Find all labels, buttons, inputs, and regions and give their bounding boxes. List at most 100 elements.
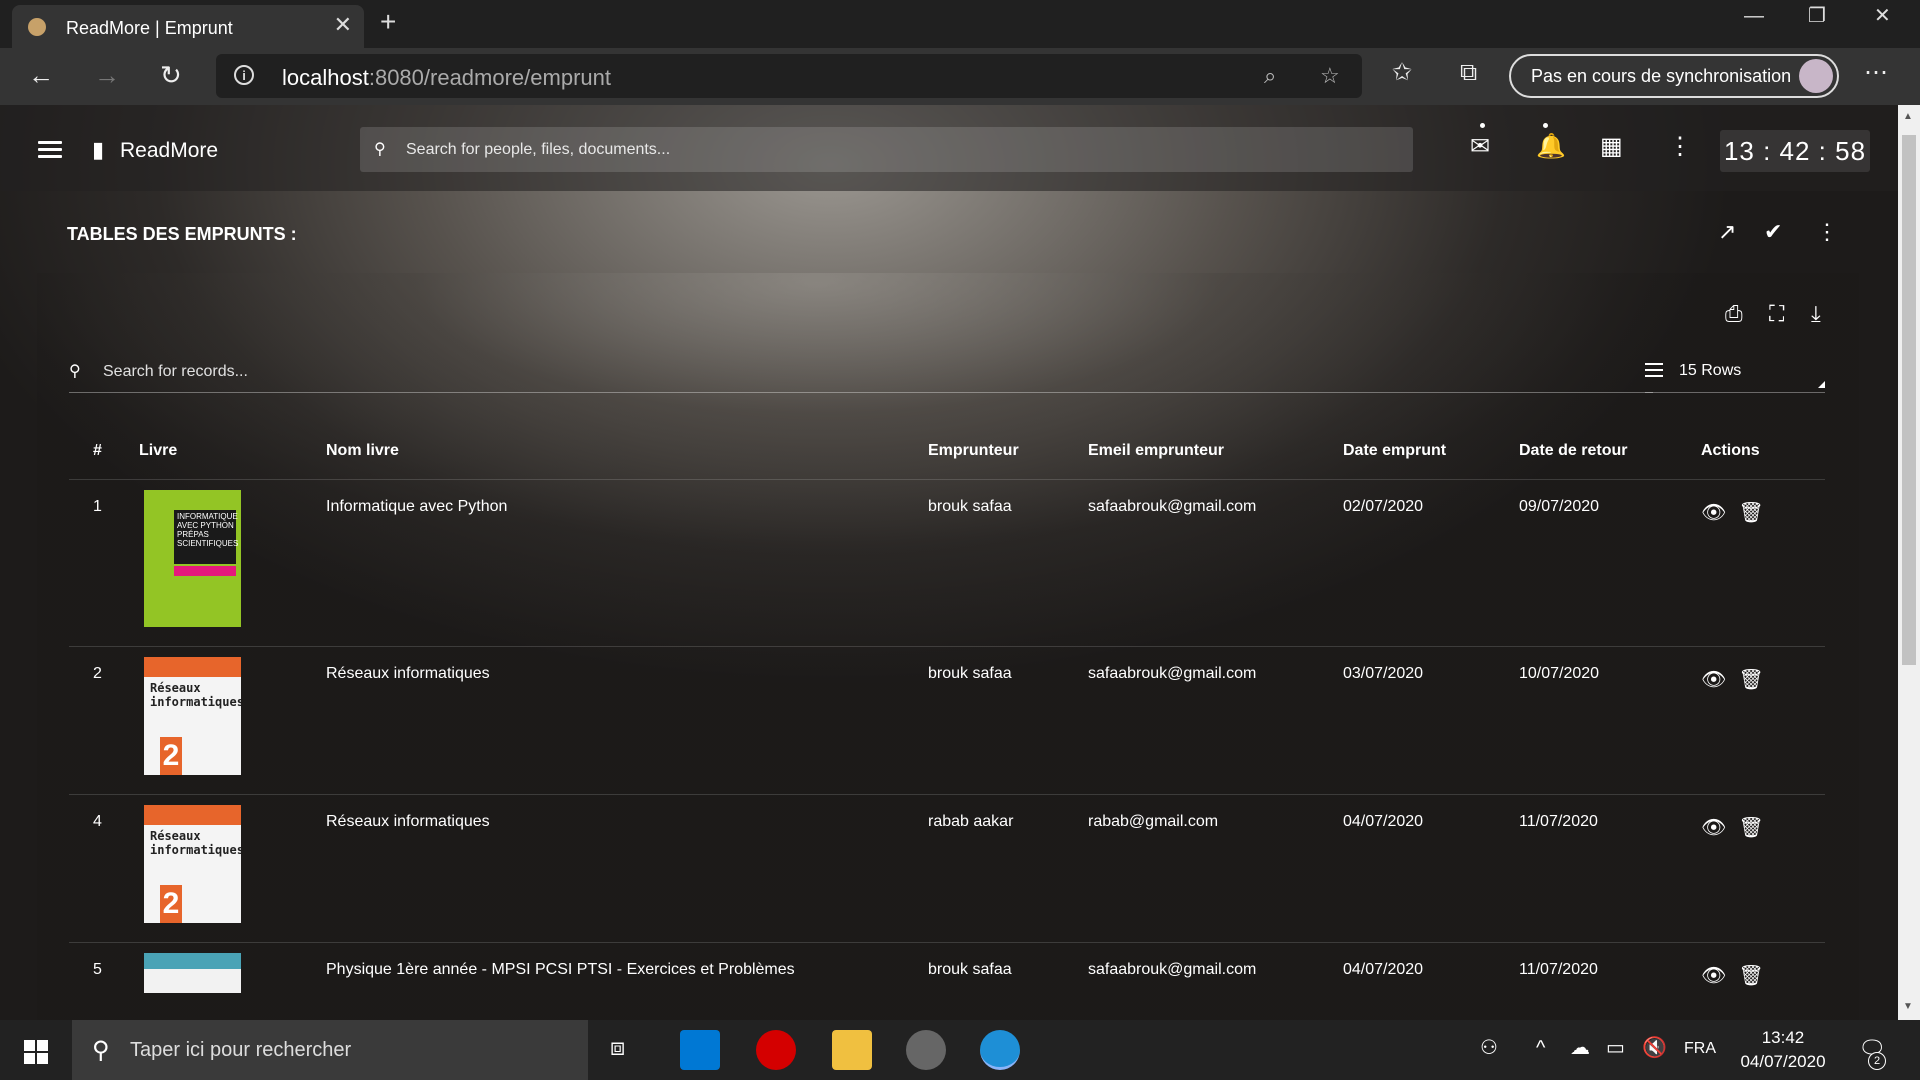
store-app-icon[interactable] [680,1030,720,1070]
download-icon[interactable]: ⤓ [1811,303,1821,325]
cover-text: INFORMATIQUE AVEC PYTHON PRÉPAS SCIENTIF… [177,511,239,548]
more-vert-icon[interactable]: ⋮ [1816,221,1838,243]
site-info-icon[interactable]: i [234,65,254,85]
print-icon[interactable]: ⎙ [1725,303,1743,325]
url-bar[interactable]: i localhost:8080/readmore/emprunt ⌕ ☆ [216,54,1362,98]
trending-up-icon[interactable]: ↗ [1718,221,1736,243]
sync-button[interactable]: Pas en cours de synchronisation [1509,54,1839,98]
loans-table: # Livre Nom livre Emprunteur Emeil empru… [69,423,1825,1020]
back-icon[interactable]: ← [28,62,54,88]
book-title: Réseaux informatiques [326,646,928,795]
collections-icon[interactable]: ⧉ [1460,60,1477,86]
col-header-num[interactable]: # [69,423,139,480]
taskbar-search: ⚲ [72,1020,588,1080]
page-scrollbar[interactable]: ▲ ▼ [1898,105,1920,1020]
battery-icon[interactable]: ▭ [1606,1038,1625,1058]
people-icon[interactable]: ⚇ [1480,1038,1498,1058]
grid-icon[interactable]: ▦ [1600,135,1623,159]
col-header-livre[interactable]: Livre [139,423,326,480]
scroll-thumb[interactable] [1902,135,1916,665]
done-all-icon[interactable]: ✔ [1764,221,1782,243]
borrower-name: rabab aakar [928,794,1088,943]
refresh-icon[interactable]: ↻ [160,62,182,88]
trash-icon[interactable]: 🗑 [1738,815,1763,840]
zoom-icon[interactable]: ⌕ [1264,63,1276,89]
windows-start-icon[interactable] [24,1040,48,1064]
col-header-date-retour[interactable]: Date de retour [1519,423,1701,480]
cloud-icon[interactable]: ☁ [1570,1038,1590,1058]
task-view-icon[interactable]: ⧈ [610,1036,625,1060]
search-icon: ⚲ [92,1037,110,1064]
trash-icon[interactable]: 🗑 [1738,963,1763,988]
trash-icon[interactable]: 🗑 [1738,667,1763,692]
more-vert-icon[interactable]: ⋮ [1668,135,1692,159]
brand-name[interactable]: ReadMore [120,139,218,163]
row-actions: 👁 🗑 [1701,479,1825,647]
sync-label: Pas en cours de synchronisation [1531,66,1792,86]
borrower-name: brouk safaa [928,942,1088,1020]
opera-app-icon[interactable] [756,1030,796,1070]
taskbar-clock[interactable]: 13:42 04/07/2020 [1738,1026,1828,1074]
row-actions: 👁 🗑 [1701,794,1825,943]
dropdown-caret-icon [1818,381,1825,388]
language-indicator[interactable]: FRA [1684,1040,1716,1058]
col-header-email[interactable]: Emeil emprunteur [1088,423,1343,480]
trash-icon[interactable]: 🗑 [1738,500,1763,525]
records-search: ⚲ [69,353,1653,393]
url-text: localhost:8080/readmore/emprunt [282,65,611,90]
book-title: Réseaux informatiques [326,794,928,943]
file-explorer-icon[interactable] [832,1030,872,1070]
eye-icon[interactable]: 👁 [1701,815,1726,840]
clock: 13 : 42 : 58 [1720,130,1870,172]
records-search-input[interactable] [103,353,1603,391]
minimize-icon[interactable]: — [1744,6,1764,26]
book-cover-cell: Réseaux informatiques 2 [139,646,326,795]
page: ▮ ReadMore ⚲ ✉ 🔔 ▦ ⋮ 13 : 42 : 58 TABLES… [0,105,1898,1020]
date-return: 11/07/2020 [1519,942,1701,1020]
eye-icon[interactable]: 👁 [1701,667,1726,692]
favicon-icon [28,18,46,36]
hamburger-icon[interactable] [38,141,62,159]
bell-icon[interactable]: 🔔 [1536,135,1566,159]
restore-icon[interactable]: ❐ [1808,6,1826,26]
favorite-star-icon[interactable]: ☆ [1320,63,1340,89]
date-borrow: 03/07/2020 [1343,646,1519,795]
global-search-input[interactable] [406,127,1386,172]
volume-muted-icon[interactable]: 🔇 [1642,1038,1667,1058]
browser-tab[interactable]: ReadMore | Emprunt ✕ [12,5,364,48]
close-window-icon[interactable]: ✕ [1874,6,1891,26]
tray-chevron-icon[interactable]: ^ [1536,1038,1545,1058]
address-bar-row: ← → ↻ i localhost:8080/readmore/emprunt … [0,48,1920,105]
row-num: 4 [69,794,139,943]
eye-icon[interactable]: 👁 [1701,500,1726,525]
table-row: 1 INFORMATIQUE AVEC PYTHON PRÉPAS SCIENT… [69,479,1825,647]
settings-app-icon[interactable] [906,1030,946,1070]
mail-icon[interactable]: ✉ [1470,135,1490,159]
rows-per-page-select[interactable]: 15 Rows [1645,353,1825,393]
col-header-date-emprunt[interactable]: Date emprunt [1343,423,1519,480]
scroll-up-icon[interactable]: ▲ [1903,111,1913,122]
windows-taskbar: ⚲ ⧈ ⚇ ^ ☁ ▭ 🔇 FRA 13:42 04/07/2020 🗨 2 [0,1020,1920,1080]
borrower-email: safaabrouk@gmail.com [1088,646,1343,795]
col-header-emprunteur[interactable]: Emprunteur [928,423,1088,480]
row-num: 1 [69,479,139,647]
new-tab-icon[interactable]: + [380,8,396,36]
search-icon: ⚲ [374,141,386,158]
book-cover-image: INFORMATIQUE AVEC PYTHON PRÉPAS SCIENTIF… [144,489,241,627]
favorites-icon[interactable]: ✩ [1392,60,1412,86]
cover-number: 2 [160,736,182,775]
taskbar-date: 04/07/2020 [1740,1052,1826,1071]
edge-app-icon[interactable] [980,1030,1020,1070]
col-header-actions: Actions [1701,423,1825,480]
eye-icon[interactable]: 👁 [1701,963,1726,988]
col-header-nom-livre[interactable]: Nom livre [326,423,928,480]
browser-menu-icon[interactable]: ⋯ [1864,60,1888,86]
page-title: TABLES DES EMPRUNTS : [67,224,297,244]
close-tab-icon[interactable]: ✕ [334,14,352,36]
fullscreen-icon[interactable]: ⛶ [1769,303,1784,325]
taskbar-search-input[interactable] [130,1020,570,1080]
cover-text: Réseaux informatiques [150,680,241,709]
table-row: 4 Réseaux informatiques 2 Réseaux inform… [69,794,1825,943]
scroll-down-icon[interactable]: ▼ [1903,1001,1913,1012]
forward-icon[interactable]: → [94,62,120,88]
